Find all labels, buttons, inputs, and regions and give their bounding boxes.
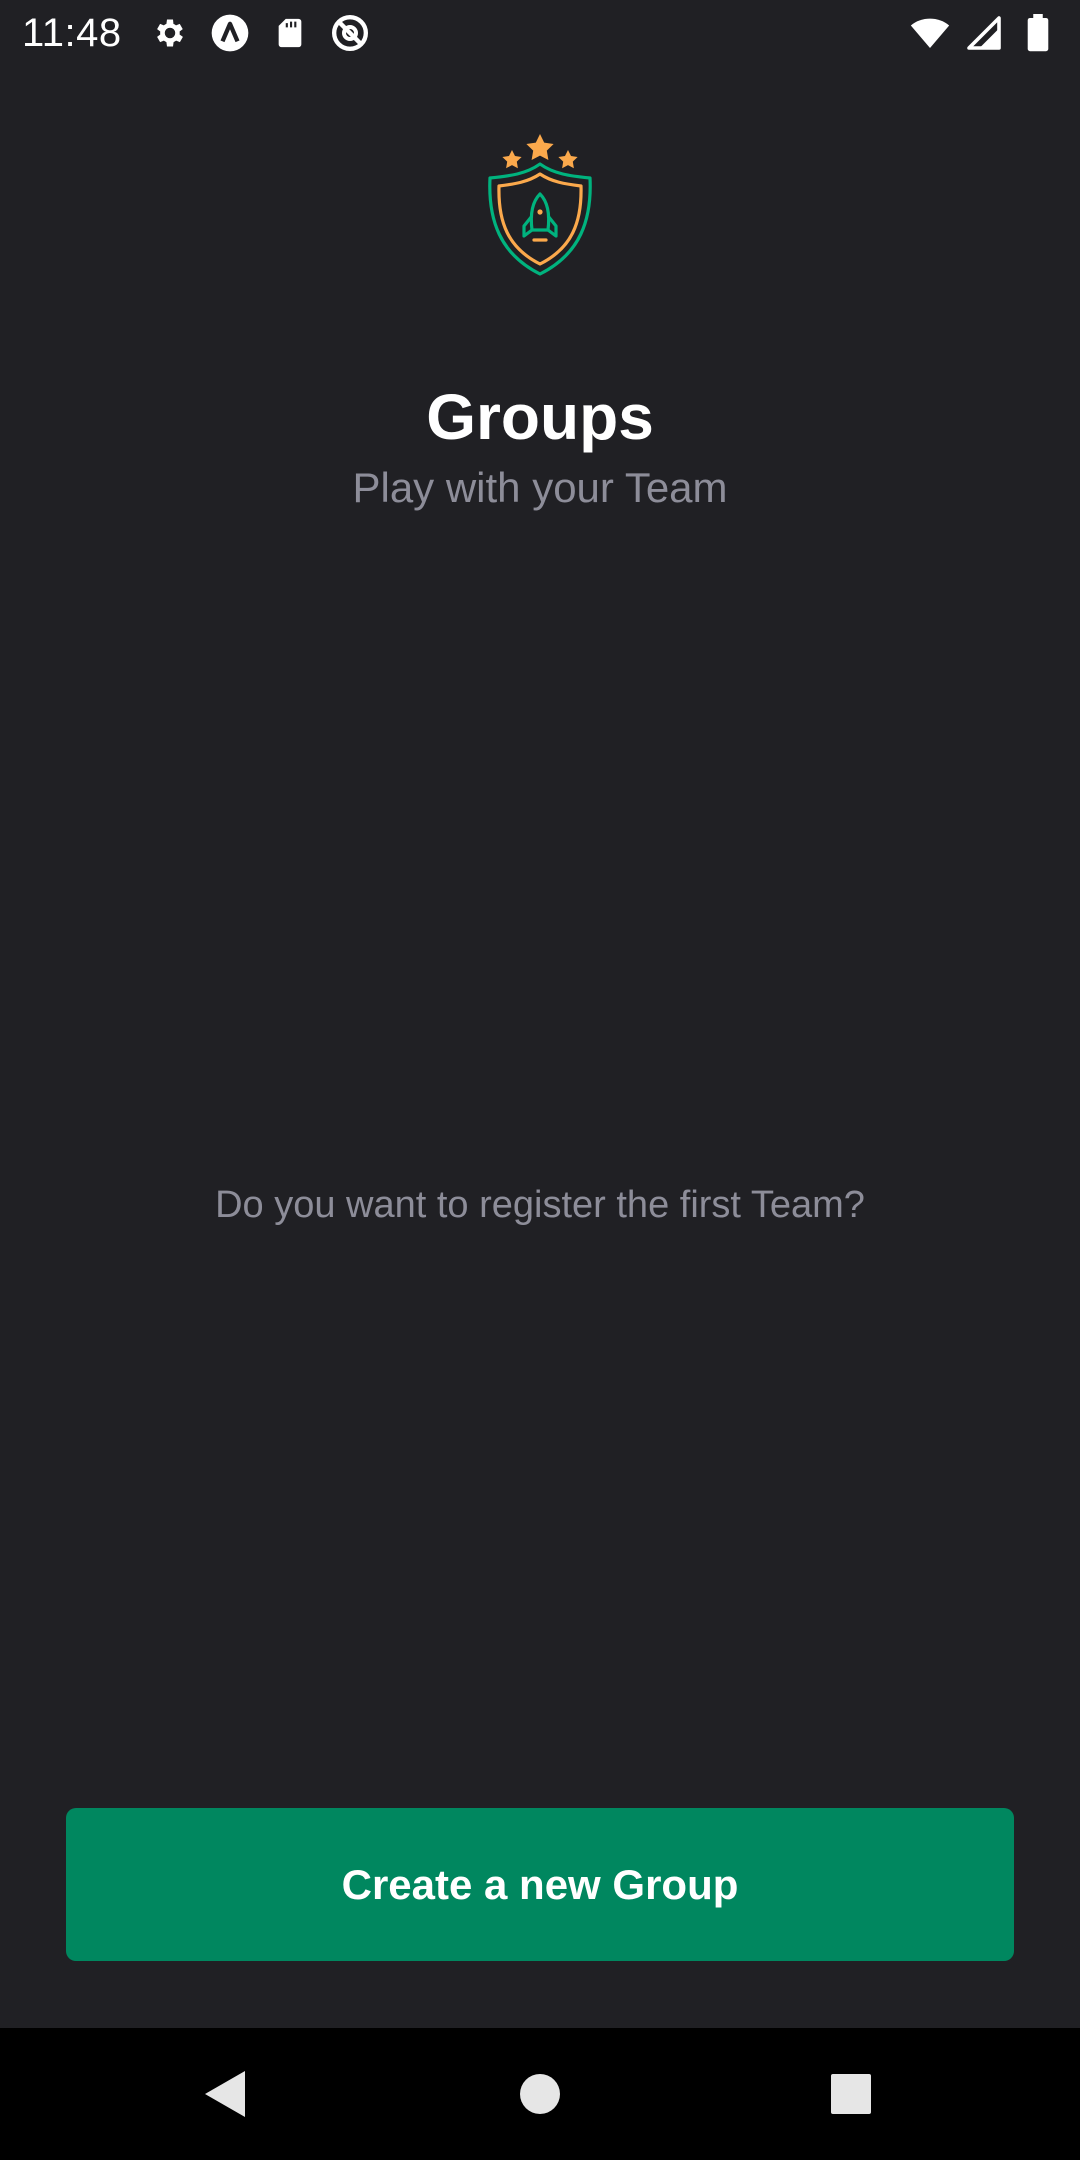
battery-icon: [1018, 13, 1058, 53]
at-circle-icon: [330, 13, 370, 53]
recents-icon[interactable]: [791, 2028, 911, 2160]
status-left: 11:48: [22, 11, 390, 56]
home-icon[interactable]: [480, 2028, 600, 2160]
navigation-bar: [0, 2028, 1080, 2160]
page-title: Groups: [426, 381, 654, 453]
groups-screen: 11:48 Groups Play with your Team Do you …: [0, 0, 1080, 2160]
wifi-icon: [910, 13, 950, 53]
empty-list-message: Do you want to register the first Team?: [215, 1184, 865, 1226]
sd-card-icon: [270, 13, 310, 53]
gear-icon: [150, 13, 190, 53]
status-bar: 11:48: [0, 0, 1080, 66]
status-right: [896, 13, 1058, 53]
page-subtitle: Play with your Team: [352, 464, 728, 511]
status-time: 11:48: [22, 10, 122, 55]
a-circle-icon: [210, 13, 250, 53]
back-icon[interactable]: [165, 2028, 285, 2160]
logo-icon: [482, 130, 598, 280]
signal-icon: [964, 13, 1004, 53]
create-group-button[interactable]: Create a new Group: [66, 1808, 1014, 1961]
